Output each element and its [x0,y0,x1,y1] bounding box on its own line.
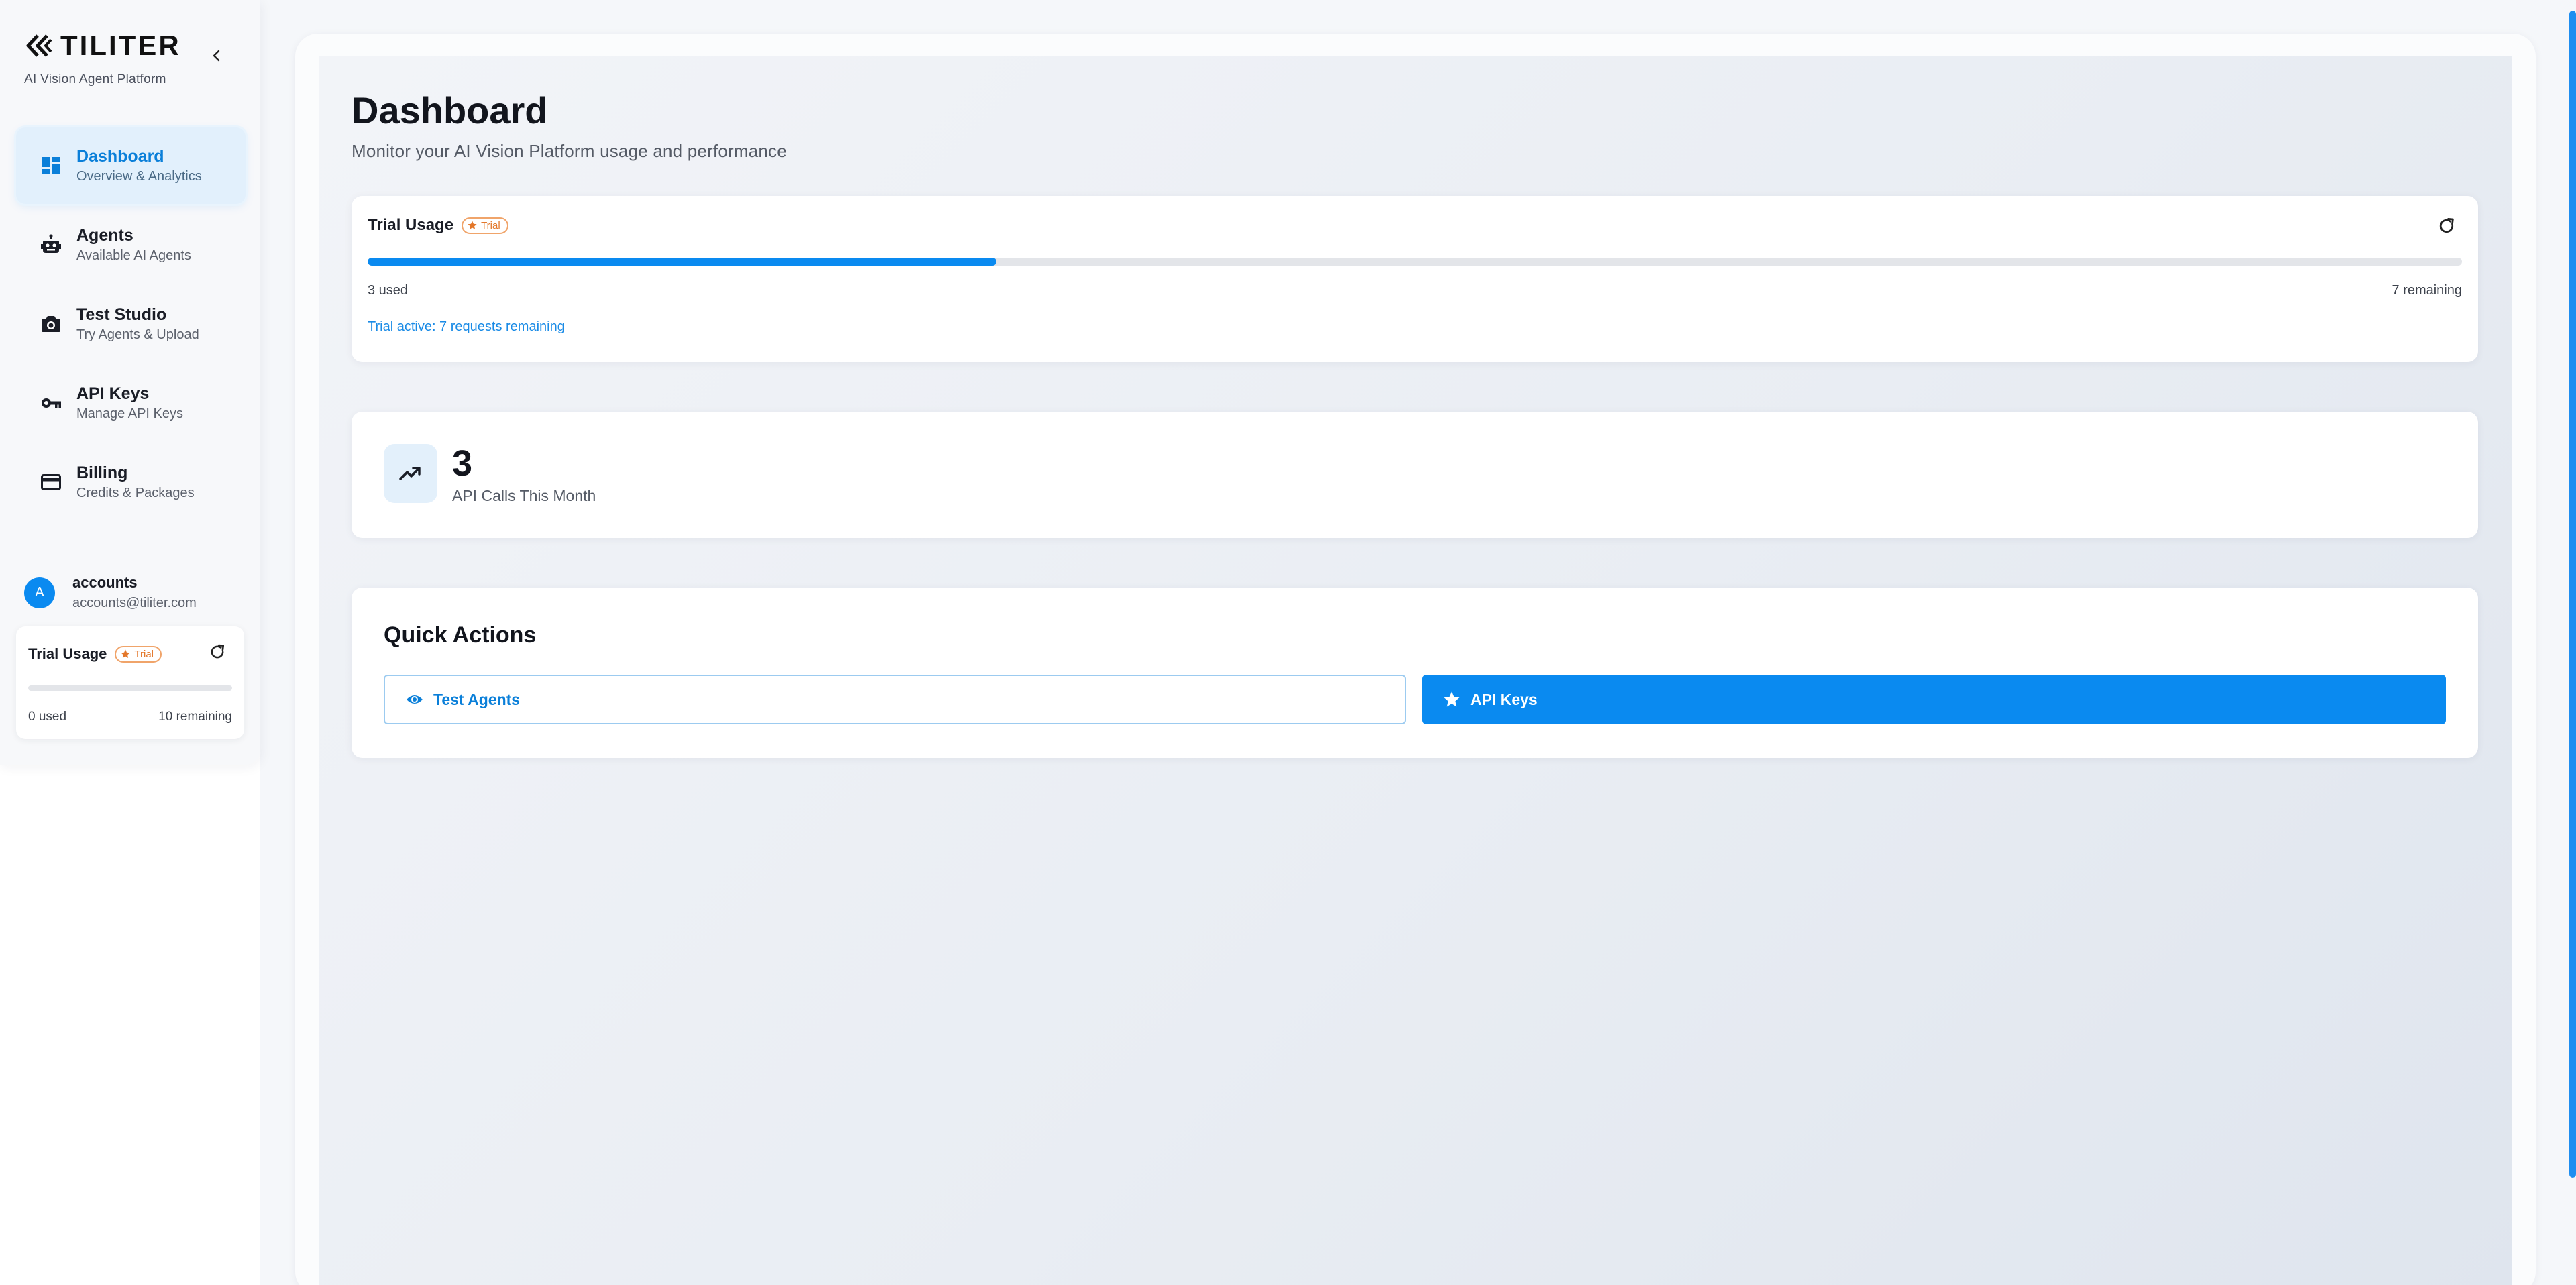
robot-icon [40,234,62,256]
sidebar-item-desc: Available AI Agents [76,248,191,263]
user-email: accounts@tiliter.com [72,596,197,610]
sidebar-item-desc: Try Agents & Upload [76,327,199,342]
trial-status-text: Trial active: 7 requests remaining [368,319,565,334]
user-name: accounts [72,574,138,591]
trial-usage-title: Trial Usage [28,645,107,662]
star-icon [468,221,477,229]
trial-used-count: 3 used [368,283,409,298]
double-chevron-logo-icon [26,34,52,57]
quick-actions-title: Quick Actions [384,622,537,648]
star-icon [1444,691,1460,707]
api-calls-label: API Calls This Month [452,487,596,504]
sidebar-trial-usage-card: Trial Usage Trial 0 used 10 remaining [16,626,244,739]
test-agents-button[interactable]: Test Agents [384,675,1406,724]
trial-used-count: 0 used [28,710,67,724]
brand-tagline: AI Vision Agent Platform [24,72,166,87]
dashboard-icon [40,155,62,176]
sidebar-panel: TILITER AI Vision Agent Platform Dashboa… [0,0,260,765]
trial-progress-bar [28,685,232,691]
sidebar-item-title: Agents [76,226,133,245]
refresh-icon[interactable] [2436,216,2457,236]
refresh-icon[interactable] [208,642,227,661]
trial-usage-card: Trial Usage Trial 3 used 7 remaining Tri… [352,196,2478,362]
key-icon [40,392,62,414]
sidebar-item-api-keys[interactable]: API Keys Manage API Keys [16,365,246,441]
eye-icon [407,695,423,704]
star-icon [121,649,131,658]
page-subtitle: Monitor your AI Vision Platform usage an… [352,141,787,161]
trial-usage-heading: Trial Usage Trial [368,216,508,235]
trial-badge-label: Trial [481,219,500,231]
trial-usage-heading: Trial Usage Trial [28,645,162,663]
api-keys-button[interactable]: API Keys [1422,675,2446,724]
quick-actions-card: Quick Actions Test Agents API Keys [352,588,2478,758]
sidebar-item-agents[interactable]: Agents Available AI Agents [16,207,246,283]
sidebar-item-billing[interactable]: Billing Credits & Packages [16,444,246,520]
sidebar-item-test-studio[interactable]: Test Studio Try Agents & Upload [16,286,246,362]
chevron-left-icon [213,50,220,62]
trial-progress-bar [368,258,2462,266]
trending-up-icon [384,444,437,503]
collapse-sidebar-button[interactable] [205,44,228,67]
api-calls-value: 3 [452,443,473,484]
trial-progress-fill [368,258,996,266]
page-title: Dashboard [352,89,548,131]
credit-card-icon [40,471,62,493]
sidebar-item-title: Test Studio [76,305,167,324]
trial-remaining-count: 10 remaining [158,710,232,724]
sidebar-item-title: API Keys [76,384,150,403]
sidebar-item-desc: Overview & Analytics [76,169,202,184]
brand-logo[interactable]: TILITER [24,30,181,62]
page-scrollbar[interactable] [2569,11,2576,1178]
sidebar-item-dashboard[interactable]: Dashboard Overview & Analytics [16,127,246,204]
sidebar-item-desc: Manage API Keys [76,406,183,421]
brand: TILITER AI Vision Agent Platform [24,30,181,87]
trial-badge: Trial [462,217,508,234]
sidebar-item-title: Dashboard [76,147,164,166]
sidebar-nav: Dashboard Overview & Analytics Agents Av… [16,127,246,523]
brand-name: TILITER [60,30,181,61]
api-calls-stat-card: 3 API Calls This Month [352,412,2478,538]
api-keys-label: API Keys [1470,690,1538,708]
sidebar-item-desc: Credits & Packages [76,486,195,500]
test-agents-label: Test Agents [433,690,521,708]
sidebar-item-title: Billing [76,463,128,482]
trial-badge-label: Trial [134,648,154,660]
user-profile[interactable]: A accounts accounts@tiliter.com [24,574,197,611]
trial-badge: Trial [115,645,162,663]
trial-usage-title: Trial Usage [368,216,454,234]
avatar: A [24,577,55,608]
camera-icon [40,313,62,335]
trial-remaining-count: 7 remaining [2392,283,2462,298]
sidebar: TILITER AI Vision Agent Platform Dashboa… [0,0,260,1285]
